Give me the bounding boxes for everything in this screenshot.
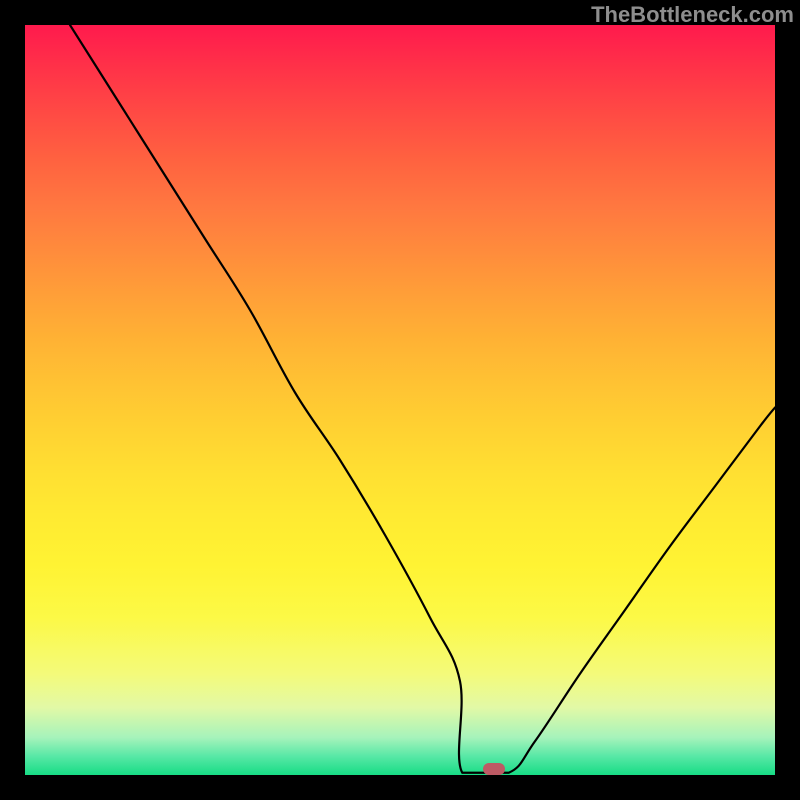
watermark-text: TheBottleneck.com [591, 2, 794, 28]
chart-plot-area [25, 25, 775, 775]
optimum-marker [483, 763, 505, 775]
chart-frame: TheBottleneck.com [0, 0, 800, 800]
bottleneck-curve [25, 25, 775, 775]
